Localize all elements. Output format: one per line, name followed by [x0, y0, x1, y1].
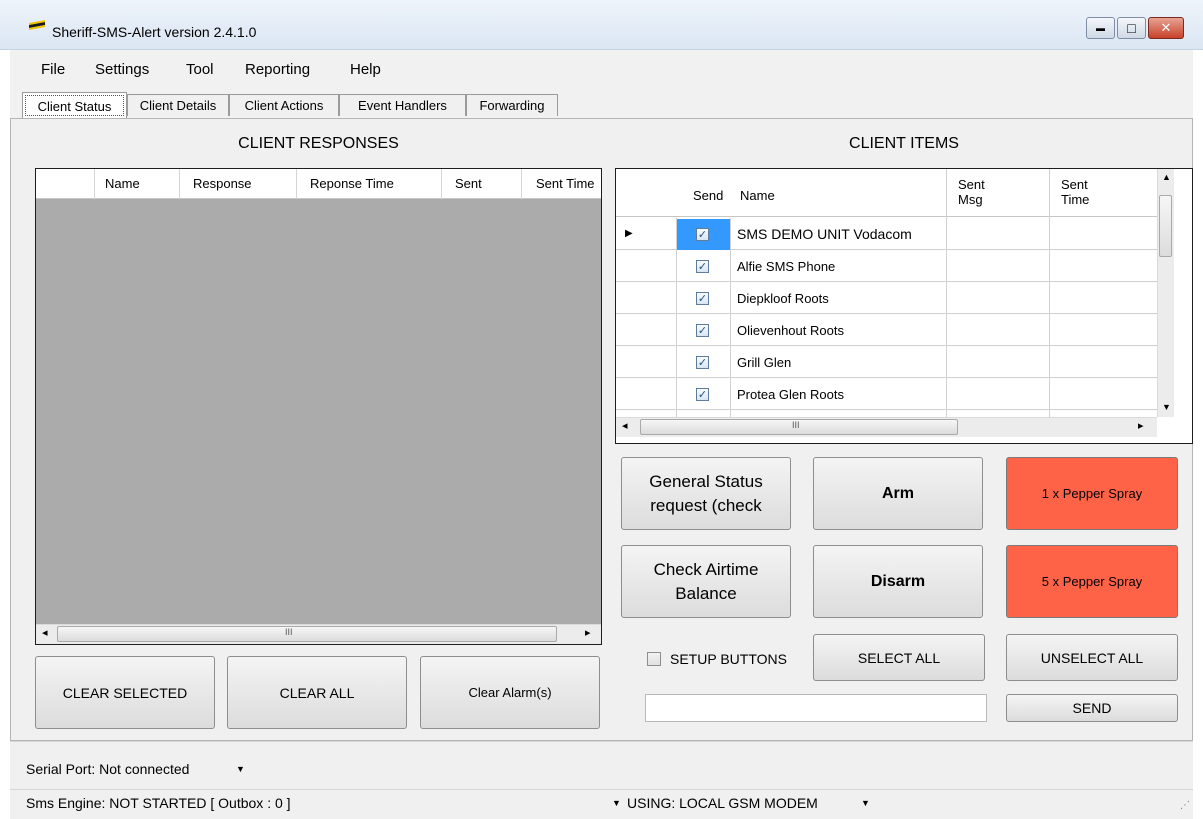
column-divider [296, 169, 297, 199]
serial-port-status[interactable]: Serial Port: Not connected [26, 761, 189, 777]
maximize-icon: □ [1127, 20, 1136, 36]
column-divider [441, 169, 442, 199]
tab-client-details[interactable]: Client Details [127, 94, 229, 116]
tab-forwarding[interactable]: Forwarding [466, 94, 558, 116]
tab-event-handlers[interactable]: Event Handlers [339, 94, 466, 116]
resize-grip-icon[interactable]: ⋰ [1180, 800, 1190, 811]
setup-buttons-checkbox[interactable] [647, 652, 661, 666]
modem-status[interactable]: USING: LOCAL GSM MODEM [627, 795, 818, 811]
scroll-right-icon[interactable]: ▸ [1138, 419, 1144, 432]
column-header-name[interactable]: Name [740, 188, 775, 203]
scroll-grip-icon: III [285, 627, 293, 637]
client-responses-title: CLIENT RESPONSES [238, 135, 399, 152]
client-name[interactable]: Diepkloof Roots [737, 291, 829, 306]
column-header-sent-time[interactable]: Sent Time [1061, 177, 1089, 207]
close-button[interactable]: ✕ [1148, 17, 1184, 39]
app-icon [29, 20, 45, 30]
tab-client-status[interactable]: Client Status [22, 92, 127, 119]
message-input[interactable] [645, 694, 987, 722]
column-header-response-time[interactable]: Reponse Time [310, 176, 394, 191]
column-divider [946, 169, 947, 417]
current-row-indicator-icon: ▶ [625, 228, 633, 239]
send-checkbox[interactable]: ✓ [696, 228, 709, 241]
pepper-spray-1-button[interactable]: 1 x Pepper Spray [1006, 457, 1178, 530]
maximize-button[interactable]: □ [1117, 17, 1146, 39]
clear-selected-button[interactable]: CLEAR SELECTED [35, 656, 215, 729]
send-checkbox[interactable]: ✓ [696, 324, 709, 337]
modem-dropdown-arrow-icon[interactable]: ▼ [861, 798, 870, 808]
general-status-button[interactable]: General Status request (check [621, 457, 791, 530]
unselect-all-button[interactable]: UNSELECT ALL [1006, 634, 1178, 681]
scroll-grip-icon: III [792, 420, 800, 430]
send-checkbox[interactable]: ✓ [696, 260, 709, 273]
minimize-icon: ▬ [1096, 23, 1105, 33]
client-name[interactable]: SMS DEMO UNIT Vodacom [737, 226, 912, 242]
scroll-left-icon[interactable]: ◂ [622, 419, 628, 432]
serial-port-dropdown-icon[interactable]: ▼ [236, 764, 245, 774]
column-header-sent[interactable]: Sent [455, 176, 482, 191]
tab-client-actions[interactable]: Client Actions [229, 94, 339, 116]
client-name[interactable]: Grill Glen [737, 355, 791, 370]
scrollbar-thumb[interactable] [1159, 195, 1172, 257]
client-name[interactable]: Protea Glen Roots [737, 387, 844, 402]
scrollbar-thumb[interactable] [57, 626, 557, 642]
client-items-title: CLIENT ITEMS [849, 135, 959, 152]
menu-tool[interactable]: Tool [186, 61, 214, 78]
column-header-name[interactable]: Name [105, 176, 140, 191]
sms-engine-status: Sms Engine: NOT STARTED [ Outbox : 0 ] [26, 795, 291, 811]
send-button[interactable]: SEND [1006, 694, 1178, 722]
setup-buttons-label[interactable]: SETUP BUTTONS [670, 651, 787, 667]
column-header-response[interactable]: Response [193, 176, 252, 191]
column-divider [730, 218, 731, 417]
menu-reporting[interactable]: Reporting [245, 61, 310, 78]
check-airtime-button[interactable]: Check Airtime Balance [621, 545, 791, 618]
column-divider [1049, 169, 1050, 417]
client-responses-grid[interactable] [35, 168, 602, 645]
pepper-spray-5-button[interactable]: 5 x Pepper Spray [1006, 545, 1178, 618]
menu-file[interactable]: File [41, 61, 65, 78]
send-checkbox[interactable]: ✓ [696, 292, 709, 305]
column-header-send[interactable]: Send [693, 188, 723, 203]
scroll-up-icon[interactable]: ▲ [1162, 172, 1171, 182]
close-icon: ✕ [1160, 20, 1172, 35]
column-header-sent-time[interactable]: Sent Time [536, 176, 600, 191]
minimize-button[interactable]: ▬ [1086, 17, 1115, 39]
clear-all-button[interactable]: CLEAR ALL [227, 656, 407, 729]
menu-settings[interactable]: Settings [95, 61, 149, 78]
column-divider [94, 169, 95, 199]
table-row-partial [616, 410, 1157, 417]
scroll-down-icon[interactable]: ▼ [1162, 402, 1171, 412]
scroll-left-icon[interactable]: ◂ [42, 626, 48, 639]
column-header-sent-msg[interactable]: Sent Msg [958, 177, 985, 207]
clear-alarms-button[interactable]: Clear Alarm(s) [420, 656, 600, 729]
column-divider [521, 169, 522, 199]
menu-help[interactable]: Help [350, 61, 381, 78]
window-title: Sheriff-SMS-Alert version 2.4.1.0 [52, 24, 257, 40]
client-name[interactable]: Alfie SMS Phone [737, 259, 835, 274]
scroll-right-icon[interactable]: ▸ [585, 626, 591, 639]
column-divider [179, 169, 180, 199]
send-checkbox[interactable]: ✓ [696, 388, 709, 401]
disarm-button[interactable]: Disarm [813, 545, 983, 618]
client-name[interactable]: Olievenhout Roots [737, 323, 844, 338]
modem-dropdown-icon[interactable]: ▼ [612, 798, 621, 808]
send-checkbox[interactable]: ✓ [696, 356, 709, 369]
select-all-button[interactable]: SELECT ALL [813, 634, 985, 681]
arm-button[interactable]: Arm [813, 457, 983, 530]
